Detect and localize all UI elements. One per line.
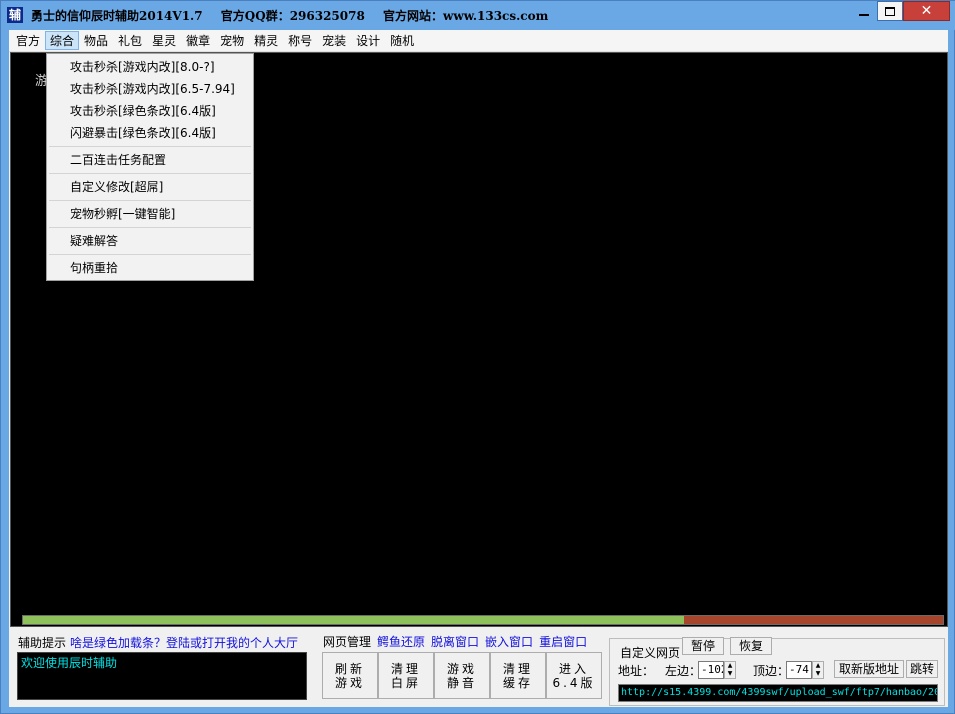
menu-item-zonghe[interactable]: 综合 [45,31,80,50]
menu-item-xingling[interactable]: 星灵 [147,31,181,50]
assist-help-link[interactable]: 啥是绿色加载条？登陆或打开我的个人大厅 [70,636,298,650]
app-icon: 辅 [7,7,23,23]
maximize-button[interactable] [877,1,903,21]
refresh-game-button[interactable]: 刷新 游戏 [322,652,378,699]
embed-window-link[interactable]: 嵌入窗口 [485,635,533,649]
window-controls: ✕ [851,1,950,23]
restart-window-link[interactable]: 重启窗口 [539,635,587,649]
close-icon: ✕ [920,3,933,19]
fetch-new-address-button[interactable]: 取新版地址 [834,660,904,678]
assist-panel: 辅助提示 啥是绿色加载条？登陆或打开我的个人大厅 欢迎使用辰时辅助 [12,630,312,706]
dropdown-item-attack-kill-green-64[interactable]: 攻击秒杀[绿色条改][6.4版] [47,100,253,122]
web-manage-label: 网页管理 [323,635,372,649]
assist-message-box: 欢迎使用辰时辅助 [17,652,307,700]
assist-title-label: 辅助提示 [18,636,67,650]
dropdown-separator [49,254,251,255]
window-title: 勇士的信仰辰时辅助2014V1.7 官方QQ群：296325078 官方网站：w… [31,7,562,24]
menu-item-sheji[interactable]: 设计 [351,31,385,50]
web-manage-panel: 网页管理 鳄鱼还原 脱离窗口 嵌入窗口 重启窗口 刷新 游戏 清理 白屏 游戏 静音 清… [319,630,609,706]
dropdown-item-dodge-crit-green-64[interactable]: 闪避暴击[绿色条改][6.4版] [47,122,253,144]
enter-v64-button[interactable]: 进入 6.4版 [546,652,602,699]
menu-item-libao[interactable]: 礼包 [113,31,147,50]
custom-page-panel: 自定义网页 暂停 恢复 地址： 左边： -102 ▲▼ 顶边： -74 ▲▼ 取… [609,637,945,706]
menu-item-chongwu[interactable]: 宠物 [215,31,249,50]
dropdown-separator [49,200,251,201]
dropdown-item-faq[interactable]: 疑难解答 [47,230,253,252]
jump-button[interactable]: 跳转 [906,660,938,678]
mute-game-button[interactable]: 游戏 静音 [434,652,490,699]
close-button[interactable]: ✕ [903,1,950,21]
minimize-icon [859,14,869,16]
maximize-icon [885,6,895,16]
menu-item-huizhang[interactable]: 徽章 [181,31,215,50]
menu-item-suiji[interactable]: 随机 [385,31,419,50]
menu-bar: 官方 综合 物品 礼包 星灵 徽章 宠物 精灵 称号 宠装 设计 随机 [9,30,948,52]
restore-link[interactable]: 鳄鱼还原 [377,635,425,649]
top-offset-label: 顶边： [753,664,790,678]
resume-button[interactable]: 恢复 [730,637,772,655]
menu-item-wupin[interactable]: 物品 [79,31,113,50]
app-window: 辅 勇士的信仰辰时辅助2014V1.7 官方QQ群：296325078 官方网站… [0,0,955,714]
assist-title: 辅助提示 啥是绿色加载条？登陆或打开我的个人大厅 [18,634,298,651]
web-button-row: 刷新 游戏 清理 白屏 游戏 静音 清理 缓存 进入 6.4版 [322,652,602,699]
url-input[interactable]: http://s15.4399.com/4399swf/upload_swf/f… [618,684,938,702]
left-offset-label: 左边： [665,664,702,678]
bottom-panel: 辅助提示 啥是绿色加载条？登陆或打开我的个人大厅 欢迎使用辰时辅助 网页管理 鳄鱼还… [9,630,948,707]
zonghe-dropdown-menu: 攻击秒杀[游戏内改][8.0-?] 攻击秒杀[游戏内改][6.5-7.94] 攻… [46,53,254,281]
minimize-button[interactable] [851,1,877,21]
custom-page-title: 自定义网页 [620,646,681,660]
menu-item-guanfang[interactable]: 官方 [11,31,45,50]
dropdown-item-attack-kill-ingame-80[interactable]: 攻击秒杀[游戏内改][8.0-?] [47,56,253,78]
title-qq-group: 官方QQ群：296325078 [220,9,365,23]
detach-window-link[interactable]: 脱离窗口 [431,635,479,649]
top-offset-input[interactable]: -74 [786,661,812,679]
title-website: 官方网站：www.133cs.com [383,9,549,23]
title-bar[interactable]: 辅 勇士的信仰辰时辅助2014V1.7 官方QQ群：296325078 官方网站… [1,1,955,30]
web-manage-title: 网页管理 鳄鱼还原 脱离窗口 嵌入窗口 重启窗口 [323,633,587,650]
loading-progress-bar [22,615,944,625]
left-offset-input[interactable]: -102 [698,661,724,679]
top-offset-stepper[interactable]: ▲ ▼ [812,661,824,679]
dropdown-separator [49,146,251,147]
left-offset-stepper[interactable]: ▲ ▼ [724,661,736,679]
dropdown-item-attack-kill-ingame-65[interactable]: 攻击秒杀[游戏内改][6.5-7.94] [47,78,253,100]
menu-item-jingling[interactable]: 精灵 [249,31,283,50]
address-label: 地址： [618,664,655,678]
dropdown-item-pet-hatch[interactable]: 宠物秒孵[一键智能] [47,203,253,225]
pause-button[interactable]: 暂停 [682,637,724,655]
dropdown-item-reacquire-handle[interactable]: 句柄重拾 [47,257,253,279]
dropdown-item-200-combo-config[interactable]: 二百连击任务配置 [47,149,253,171]
loading-progress-fill [23,616,684,624]
title-app-name: 勇士的信仰辰时辅助2014V1.7 [31,9,203,23]
menu-item-chenghao[interactable]: 称号 [283,31,317,50]
clear-cache-button[interactable]: 清理 缓存 [490,652,546,699]
menu-item-chongzhuang[interactable]: 宠装 [317,31,351,50]
dropdown-separator [49,227,251,228]
clear-white-screen-button[interactable]: 清理 白屏 [378,652,434,699]
dropdown-separator [49,173,251,174]
dropdown-item-custom-modify[interactable]: 自定义修改[超屌] [47,176,253,198]
